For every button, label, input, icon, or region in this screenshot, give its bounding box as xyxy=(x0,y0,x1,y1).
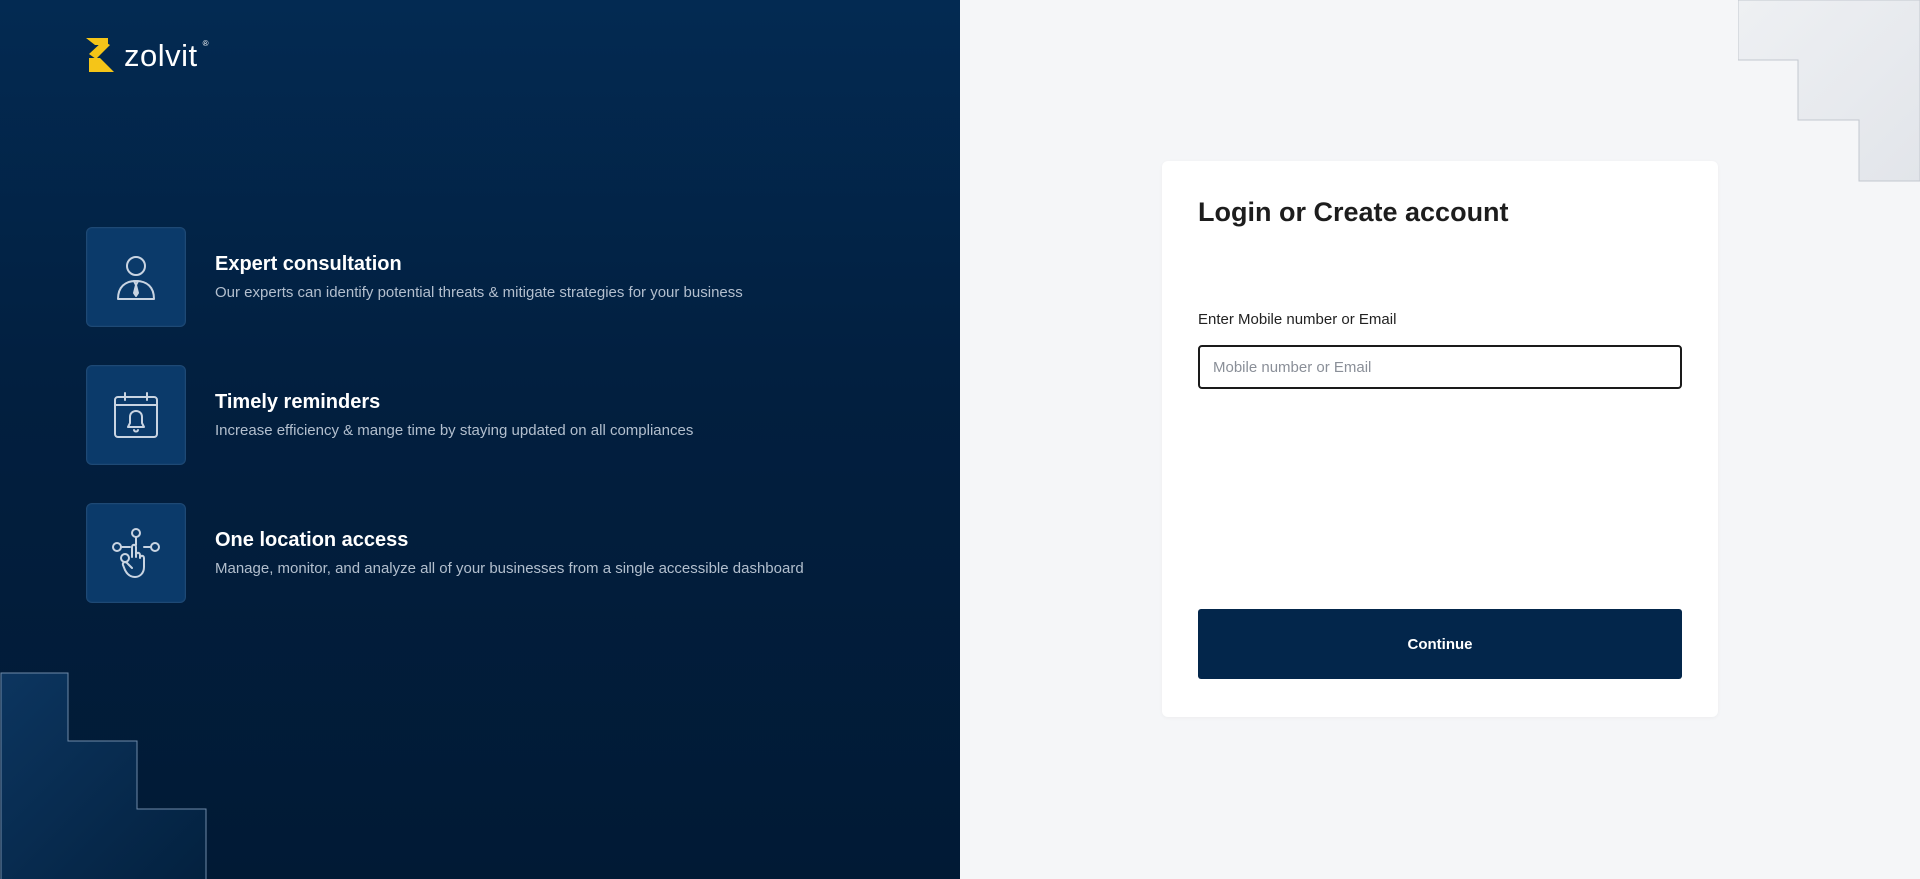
feature-text: Expert consultation Our experts can iden… xyxy=(215,253,743,301)
zolvit-logo-mark-icon xyxy=(86,38,114,72)
mobile-email-label: Enter Mobile number or Email xyxy=(1198,311,1397,328)
feature-text: Timely reminders Increase efficiency & m… xyxy=(215,391,693,439)
calendar-bell-icon xyxy=(114,392,158,438)
feature-item-timely-reminders: Timely reminders Increase efficiency & m… xyxy=(86,365,804,465)
feature-description: Increase efficiency & mange time by stay… xyxy=(215,422,694,439)
decorative-steps-shape-light xyxy=(1738,0,1920,182)
continue-button[interactable]: Continue xyxy=(1198,609,1682,679)
hand-network-icon xyxy=(112,528,160,578)
mobile-email-input[interactable] xyxy=(1198,345,1682,389)
feature-text: One location access Manage, monitor, and… xyxy=(215,529,804,577)
feature-icon-box xyxy=(86,503,186,603)
feature-description: Manage, monitor, and analyze all of your… xyxy=(215,560,804,577)
zolvit-logo[interactable]: zolvit ® xyxy=(86,36,209,74)
decorative-steps-shape xyxy=(0,672,207,879)
feature-icon-box xyxy=(86,365,186,465)
feature-title: Expert consultation xyxy=(215,253,402,275)
feature-item-one-location-access: One location access Manage, monitor, and… xyxy=(86,503,804,603)
expert-person-icon xyxy=(117,256,155,300)
login-card: Login or Create account Enter Mobile num… xyxy=(1162,161,1718,717)
feature-item-expert-consultation: Expert consultation Our experts can iden… xyxy=(86,227,804,327)
feature-icon-box xyxy=(86,227,186,327)
feature-description: Our experts can identify potential threa… xyxy=(215,284,743,301)
logo-wordmark: zolvit xyxy=(124,37,198,73)
feature-list: Expert consultation Our experts can iden… xyxy=(86,227,804,641)
feature-title: One location access xyxy=(215,529,409,551)
login-title: Login or Create account xyxy=(1198,197,1509,227)
feature-title: Timely reminders xyxy=(215,391,381,413)
feature-panel: zolvit ® Expert consultation Our experts… xyxy=(0,0,960,879)
registered-mark: ® xyxy=(202,38,209,48)
